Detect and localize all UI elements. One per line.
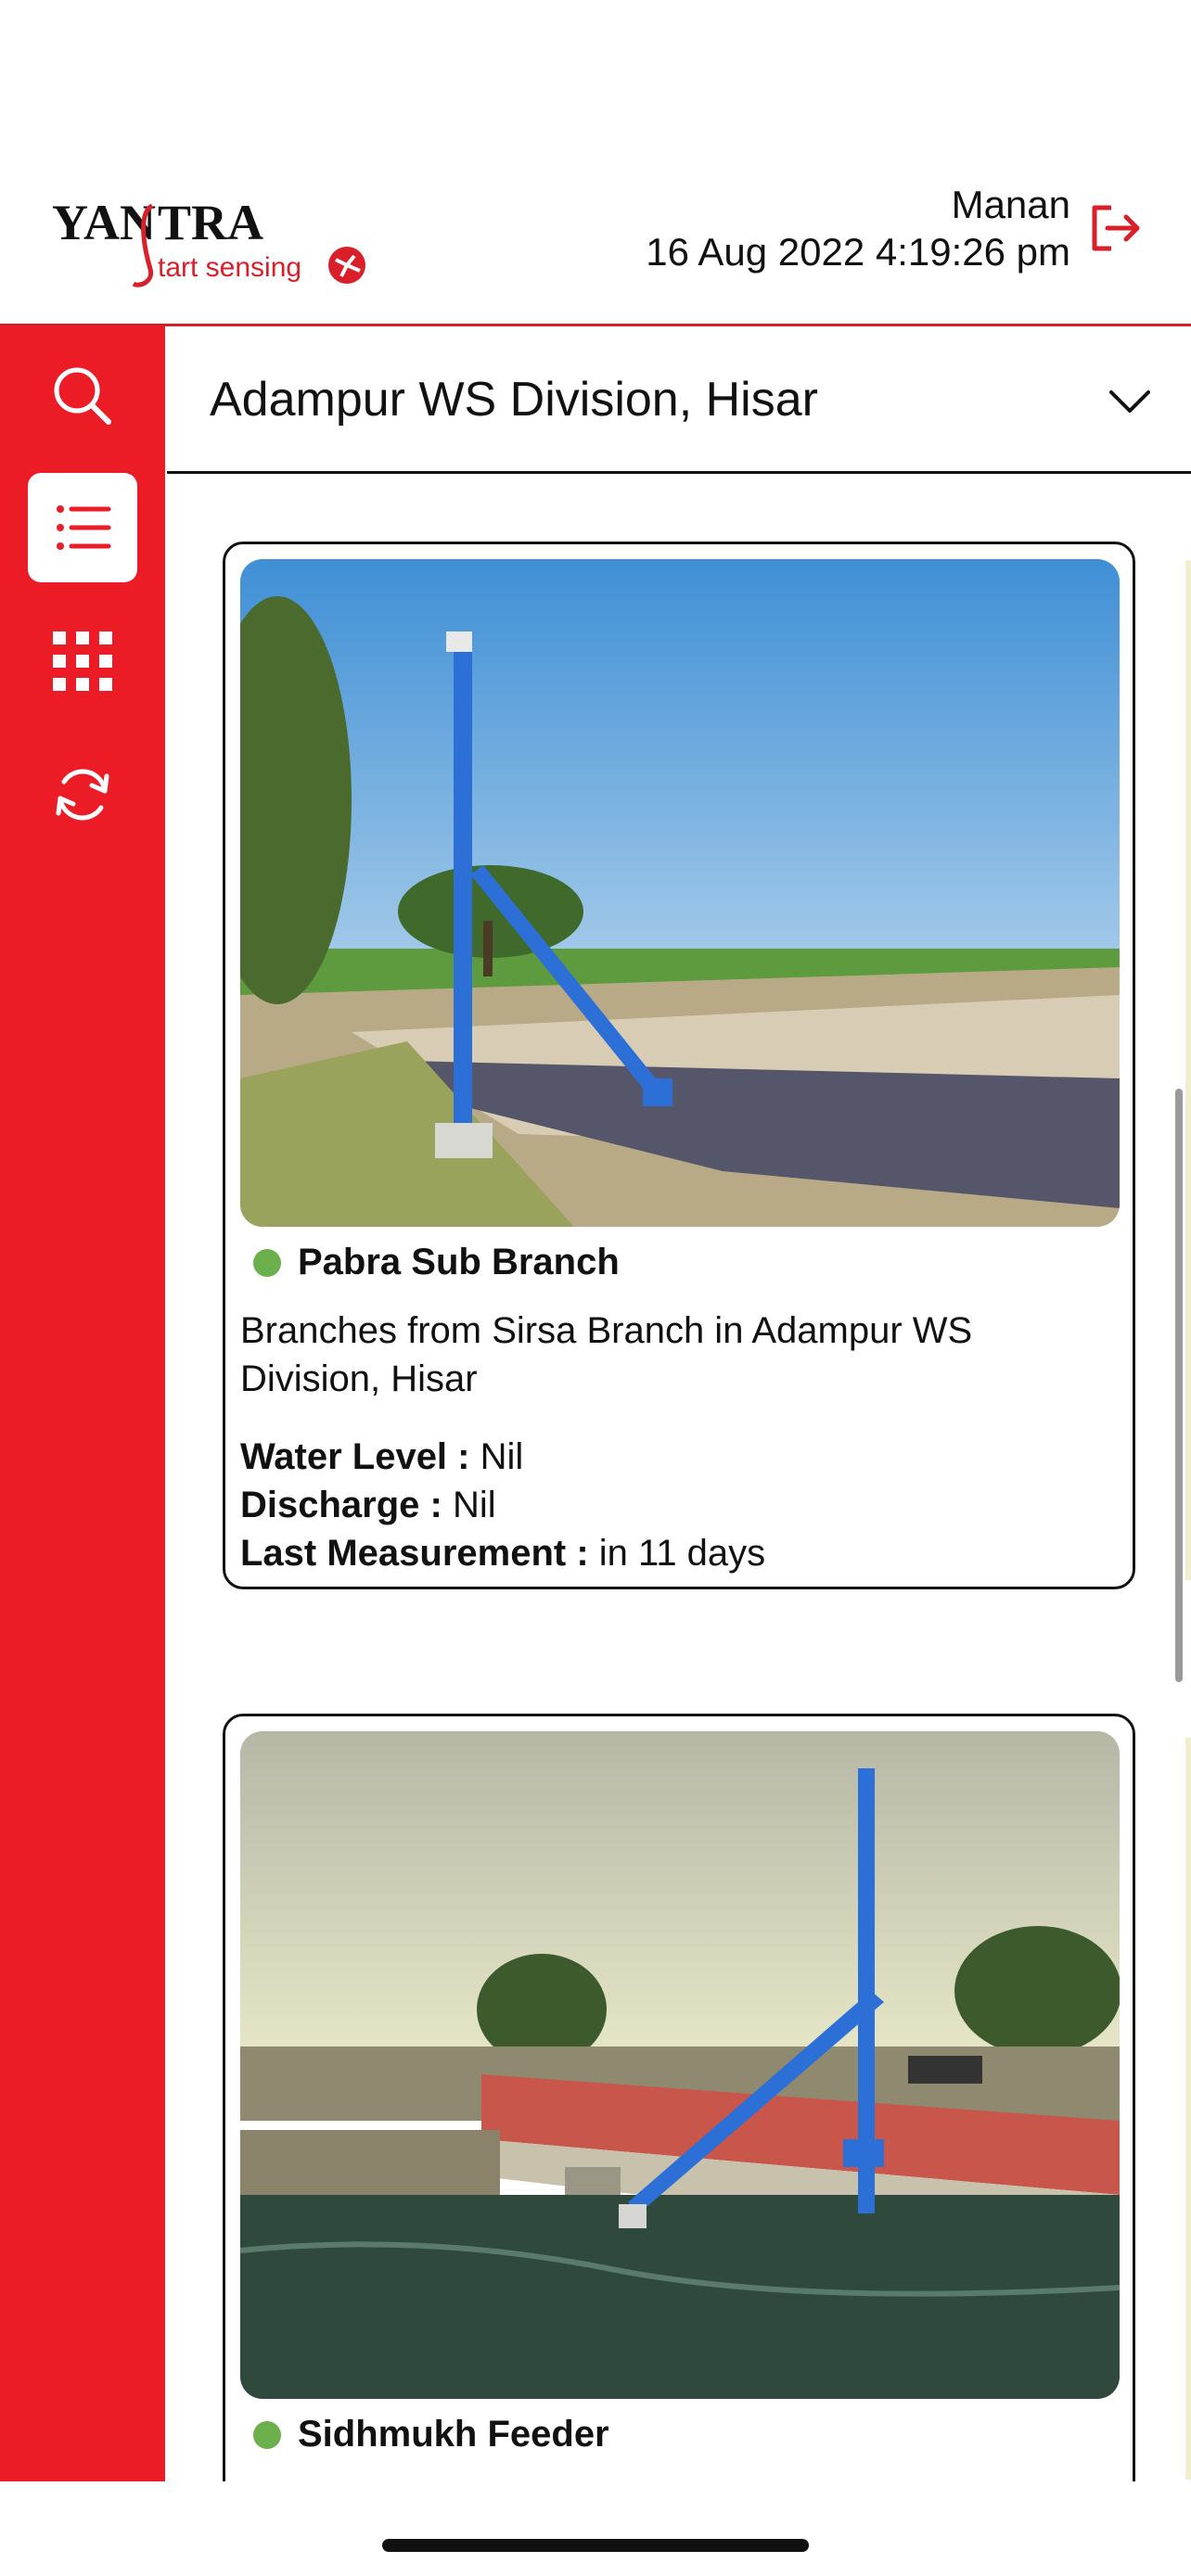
current-datetime: 16 Aug 2022 4:19:26 pm xyxy=(646,230,1070,274)
sidebar xyxy=(0,326,165,2481)
list-icon xyxy=(57,505,111,550)
user-info: Manan 16 Aug 2022 4:19:26 pm xyxy=(646,182,1070,276)
station-name: Pabra Sub Branch xyxy=(253,1242,620,1283)
water-level-label: Water Level : xyxy=(240,1436,470,1477)
last-measurement-value: in 11 days xyxy=(598,1533,766,1574)
search-icon xyxy=(54,367,111,425)
scrollbar[interactable] xyxy=(1175,1089,1183,1682)
water-level-row: Water Level : Nil xyxy=(240,1433,765,1481)
status-dot xyxy=(253,2420,281,2449)
home-indicator[interactable] xyxy=(382,2539,809,2552)
location-select[interactable]: Adampur WS Division, Hisar xyxy=(167,329,1191,474)
station-metrics: Water Level : Nil Discharge : Nil Last M… xyxy=(240,1433,765,1577)
app-header: YAN TRA tart sensing Manan 16 Aug 2022 4… xyxy=(0,0,1191,326)
sidebar-item-search[interactable] xyxy=(28,341,137,451)
svg-text:YAN: YAN xyxy=(52,195,156,250)
grid-icon xyxy=(53,631,112,691)
station-list[interactable]: Pabra Sub Branch Branches from Sirsa Bra… xyxy=(167,477,1191,2481)
svg-text:TRA: TRA xyxy=(158,195,263,250)
next-column-edge xyxy=(1185,560,1191,1580)
chevron-down-icon xyxy=(1106,377,1154,426)
station-photo xyxy=(240,559,1120,1227)
station-photo xyxy=(240,1731,1120,2399)
logout-icon[interactable] xyxy=(1087,202,1143,254)
sidebar-item-refresh[interactable] xyxy=(28,740,137,849)
location-select-value: Adampur WS Division, Hisar xyxy=(210,373,818,427)
yanstra-logo: YAN TRA tart sensing xyxy=(48,195,382,297)
station-description: Branches from Sirsa Branch in Adampur WS… xyxy=(240,1310,973,1399)
water-level-value: Nil xyxy=(480,1436,524,1477)
last-measurement-label: Last Measurement : xyxy=(240,1533,589,1574)
station-card[interactable]: Pabra Sub Branch Branches from Sirsa Bra… xyxy=(223,542,1135,1589)
refresh-icon xyxy=(56,769,109,821)
next-column-edge xyxy=(1185,1738,1191,2480)
station-name-text: Pabra Sub Branch xyxy=(298,1242,620,1282)
last-measurement-row: Last Measurement : in 11 days xyxy=(240,1529,765,1577)
sidebar-item-list[interactable] xyxy=(28,473,137,582)
status-dot xyxy=(253,1248,281,1277)
user-name: Manan xyxy=(951,183,1070,226)
station-name: Sidhmukh Feeder xyxy=(253,2414,609,2455)
station-card[interactable]: Sidhmukh Feeder xyxy=(223,1714,1135,2481)
sidebar-item-grid[interactable] xyxy=(28,606,137,716)
station-name-text: Sidhmukh Feeder xyxy=(298,2414,609,2455)
svg-text:tart sensing: tart sensing xyxy=(158,252,301,283)
discharge-row: Discharge : Nil xyxy=(240,1481,765,1529)
discharge-value: Nil xyxy=(452,1485,496,1525)
discharge-label: Discharge : xyxy=(240,1485,442,1525)
